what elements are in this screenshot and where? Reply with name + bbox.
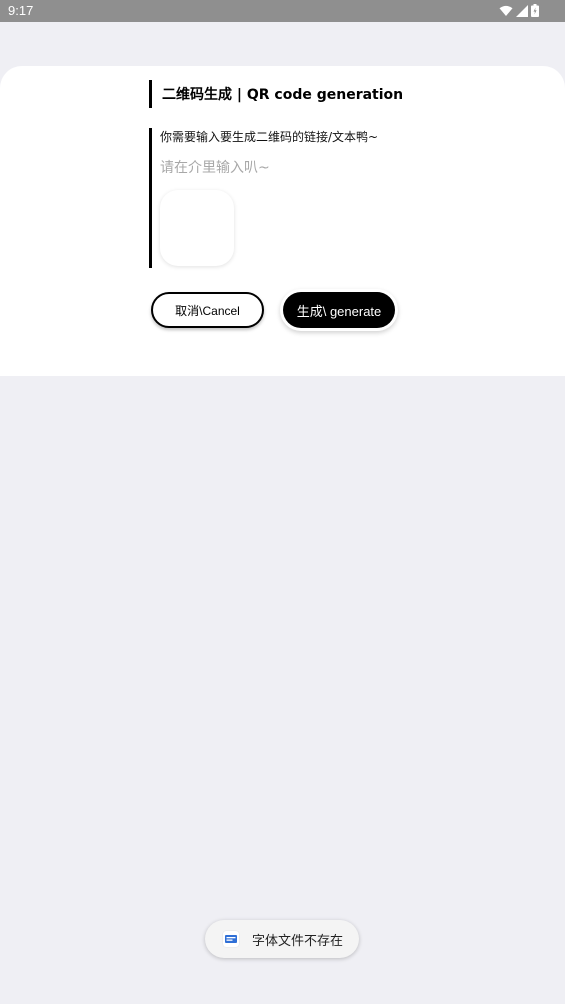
input-prompt: 你需要输入要生成二维码的链接/文本鸭~ — [160, 130, 379, 144]
title-block: 二维码生成 | QR code generation — [149, 80, 403, 108]
wifi-icon — [499, 5, 513, 17]
cancel-button[interactable]: 取消\Cancel — [151, 292, 264, 328]
input-block: 你需要输入要生成二维码的链接/文本鸭~ — [149, 128, 452, 268]
app-icon — [223, 931, 239, 947]
qr-generation-card: 二维码生成 | QR code generation 你需要输入要生成二维码的链… — [0, 66, 565, 376]
qr-code-preview — [160, 190, 234, 266]
generate-button[interactable]: 生成\ generate — [283, 292, 395, 328]
status-time: 9:17 — [8, 3, 34, 18]
status-bar: 9:17 — [0, 0, 565, 22]
dialog-title: 二维码生成 | QR code generation — [162, 87, 404, 103]
toast-message: 字体文件不存在 — [252, 933, 344, 949]
toast: 字体文件不存在 — [205, 920, 359, 958]
battery-icon — [531, 4, 539, 17]
status-icons — [499, 4, 539, 17]
qr-text-input[interactable] — [160, 156, 400, 180]
signal-icon — [516, 4, 528, 17]
